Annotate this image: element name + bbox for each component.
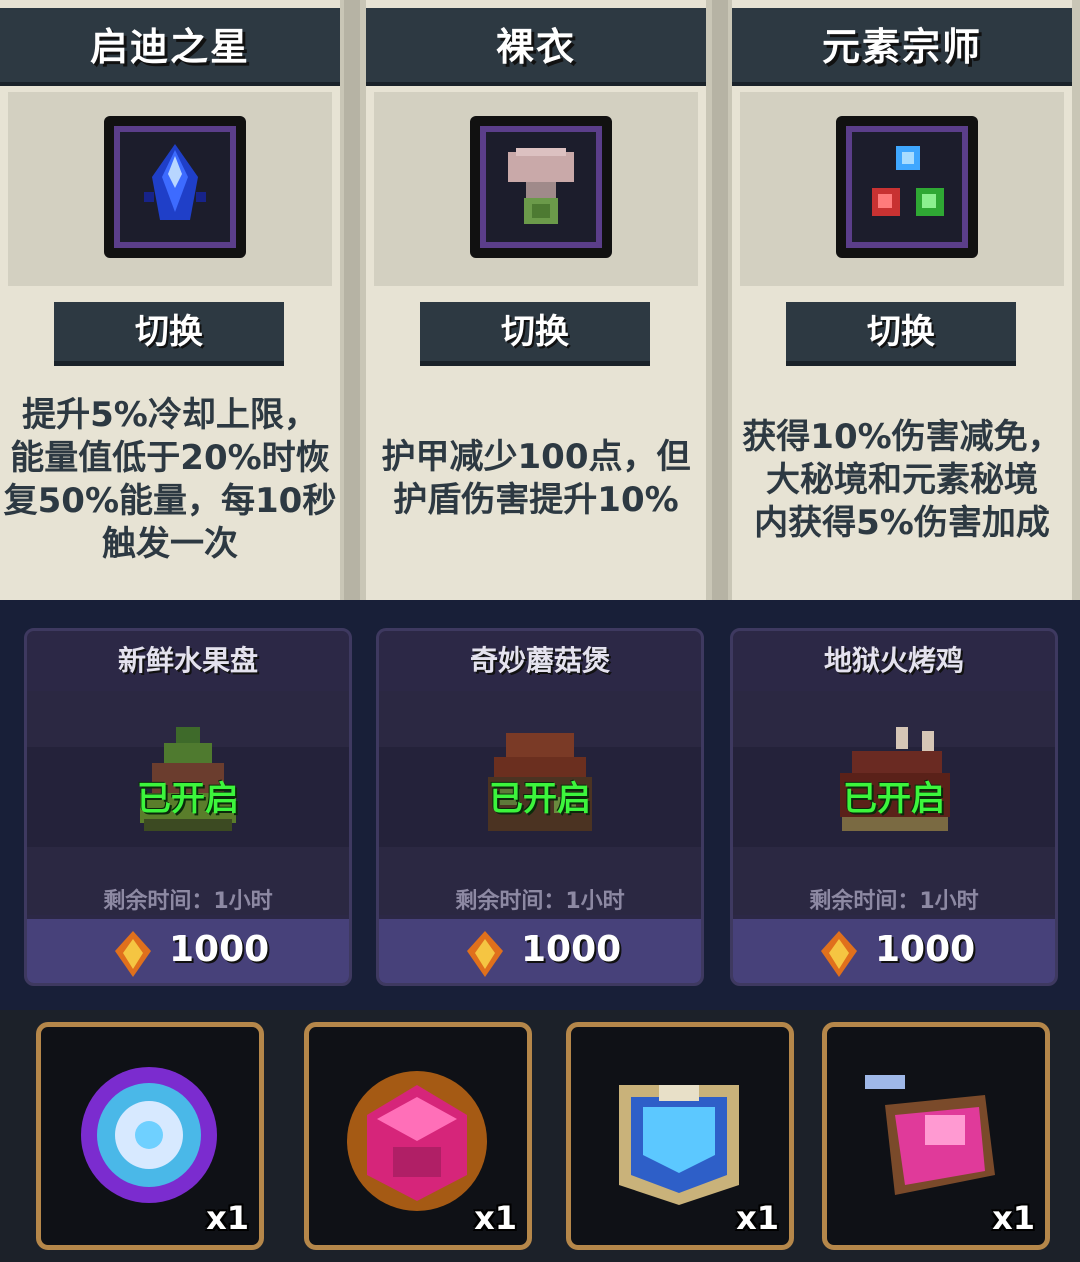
switch-button[interactable]: 切换 xyxy=(54,302,284,366)
food-card[interactable]: 新鲜水果盘 已开启 剩余时间：1小时 1000 xyxy=(24,628,352,986)
status-opened: 已开启 xyxy=(843,779,945,819)
buff-card: 元素宗师 切换 获得10%伤害减免， 大秘境和元素秘境 内获得5%伤害加成 xyxy=(732,0,1072,600)
cost-bar: 1000 xyxy=(733,919,1055,983)
card-divider xyxy=(344,0,360,600)
buff-description: 提升5%冷却上限， 能量值低于20%时恢 复50%能量，每10秒 触发一次 xyxy=(3,395,337,564)
fire-gem-icon xyxy=(821,931,857,977)
element-orbs-icon xyxy=(872,146,944,216)
buff-icon-panel xyxy=(374,92,698,286)
item-slot[interactable]: x1 xyxy=(304,1022,532,1250)
remaining-time: 剩余时间：1小时 xyxy=(103,889,273,914)
item-slot[interactable]: x1 xyxy=(822,1022,1050,1250)
cost-bar: 1000 xyxy=(27,919,349,983)
item-quantity: x1 xyxy=(992,1199,1035,1237)
switch-button[interactable]: 切换 xyxy=(786,302,1016,366)
item-quantity: x1 xyxy=(736,1199,779,1237)
buff-icon-frame xyxy=(104,116,246,258)
buff-icon-panel xyxy=(8,92,332,286)
status-opened: 已开启 xyxy=(489,779,591,819)
fire-gem-icon xyxy=(115,931,151,977)
status-opened: 已开启 xyxy=(137,779,239,819)
remaining-time: 剩余时间：1小时 xyxy=(455,889,625,914)
buff-title: 元素宗师 xyxy=(821,25,982,69)
cost-bar: 1000 xyxy=(379,919,701,983)
buff-title-bar: 元素宗师 xyxy=(732,8,1072,86)
food-name: 地狱火烤鸡 xyxy=(823,644,964,677)
shirt-flower-icon xyxy=(508,148,574,224)
pink-crystal-chest-icon xyxy=(347,1071,487,1211)
cost-value: 1000 xyxy=(875,929,976,970)
buff-title: 启迪之星 xyxy=(89,25,250,69)
buff-title-bar: 启迪之星 xyxy=(0,8,340,86)
cost-value: 1000 xyxy=(169,929,270,970)
card-divider xyxy=(712,0,728,600)
buff-icon-panel xyxy=(740,92,1064,286)
item-quantity: x1 xyxy=(474,1199,517,1237)
blue-star-gem-icon xyxy=(144,144,206,220)
food-name: 奇妙蘑菇煲 xyxy=(469,644,610,677)
buff-section: 启迪之星 切换 提升5%冷却上限， 能量值低于20%时恢 复50%能量，每10秒… xyxy=(0,0,1080,600)
buff-icon-frame xyxy=(470,116,612,258)
food-card[interactable]: 奇妙蘑菇煲 已开启 剩余时间：1小时 1000 xyxy=(376,628,704,986)
buff-card: 启迪之星 切换 提升5%冷却上限， 能量值低于20%时恢 复50%能量，每10秒… xyxy=(0,0,340,600)
buff-title-bar: 裸衣 xyxy=(366,8,706,86)
food-card[interactable]: 地狱火烤鸡 已开启 剩余时间：1小时 1000 xyxy=(730,628,1058,986)
food-name: 新鲜水果盘 xyxy=(117,644,258,677)
cost-value: 1000 xyxy=(521,929,622,970)
pink-cannon-icon xyxy=(865,1075,995,1195)
switch-button[interactable]: 切换 xyxy=(420,302,650,366)
buff-title: 裸衣 xyxy=(495,25,576,69)
blue-armor-icon xyxy=(619,1085,739,1205)
fire-gem-icon xyxy=(467,931,503,977)
buff-icon-frame xyxy=(836,116,978,258)
item-quantity: x1 xyxy=(206,1199,249,1237)
item-slot[interactable]: x1 xyxy=(36,1022,264,1250)
buff-card: 裸衣 切换 护甲减少100点，但 护盾伤害提升10% xyxy=(366,0,706,600)
remaining-time: 剩余时间：1小时 xyxy=(809,889,979,914)
item-slot[interactable]: x1 xyxy=(566,1022,794,1250)
buff-description: 护甲减少100点，但 护盾伤害提升10% xyxy=(381,437,691,520)
purple-orb-icon xyxy=(81,1067,217,1203)
buff-description: 获得10%伤害减免， 大秘境和元素秘境 内获得5%伤害加成 xyxy=(742,417,1062,543)
